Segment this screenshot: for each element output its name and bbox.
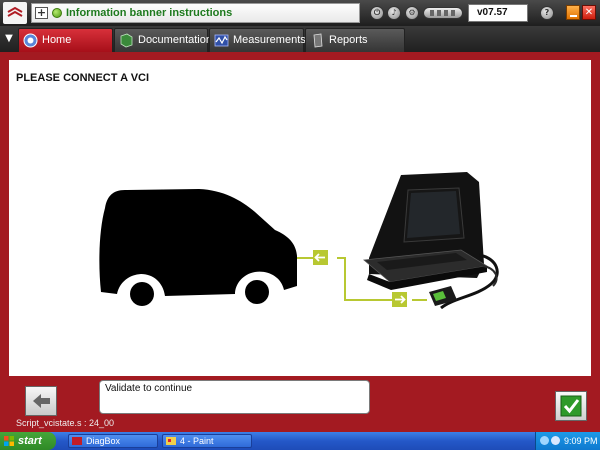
status-green-icon bbox=[52, 8, 62, 18]
validate-button[interactable] bbox=[555, 391, 587, 421]
tab-home-label: Home bbox=[42, 34, 72, 46]
help-icon[interactable]: ? bbox=[540, 6, 554, 20]
start-label: start bbox=[18, 435, 42, 447]
paint-app-icon bbox=[166, 437, 176, 445]
minimize-button[interactable] bbox=[566, 5, 580, 20]
close-button[interactable]: ✕ bbox=[582, 5, 596, 20]
diagbox-app-icon bbox=[72, 437, 82, 445]
sound-icon[interactable]: ♪ bbox=[387, 6, 401, 20]
content-panel: PLEASE CONNECT A VCI bbox=[9, 60, 591, 376]
script-status-label: Script_vcistate.s : 24_00 bbox=[16, 418, 115, 428]
battery-indicator-icon bbox=[423, 7, 463, 19]
information-banner[interactable]: + Information banner instructions bbox=[31, 3, 360, 23]
tab-documentation[interactable]: Documentation bbox=[114, 28, 212, 52]
network-icon[interactable] bbox=[540, 436, 549, 445]
home-icon bbox=[23, 33, 38, 48]
volume-icon[interactable] bbox=[551, 436, 560, 445]
arrow-back-icon bbox=[33, 394, 50, 408]
back-button[interactable] bbox=[25, 386, 57, 416]
documentation-icon bbox=[120, 33, 133, 48]
expand-banner-button[interactable]: + bbox=[35, 7, 48, 19]
taskbar-clock: 9:09 PM bbox=[564, 436, 598, 446]
reports-icon bbox=[313, 33, 323, 48]
settings-icon[interactable]: ⚙ bbox=[405, 6, 419, 20]
system-tray: 9:09 PM bbox=[535, 432, 600, 450]
message-box: Validate to continue bbox=[99, 380, 370, 414]
help-glyph: ? bbox=[544, 8, 550, 17]
measurements-icon bbox=[214, 34, 229, 47]
taskbar-item-paint[interactable]: 4 - Paint bbox=[162, 434, 252, 448]
taskbar-item-label: DiagBox bbox=[86, 436, 121, 446]
chevron-down-icon[interactable]: ▼ bbox=[3, 30, 15, 48]
vehicle-silhouette-icon bbox=[99, 189, 297, 306]
connection-icon[interactable]: ⏻ bbox=[370, 6, 384, 20]
version-label: v07.57 bbox=[468, 4, 528, 22]
tab-reports-label: Reports bbox=[329, 34, 368, 46]
taskbar-item-label: 4 - Paint bbox=[180, 436, 214, 446]
tab-reports[interactable]: Reports bbox=[305, 28, 405, 52]
taskbar-item-diagbox[interactable]: DiagBox bbox=[68, 434, 158, 448]
start-button[interactable]: start bbox=[0, 432, 56, 450]
windows-flag-icon bbox=[4, 436, 14, 446]
vci-connection-illustration bbox=[99, 172, 499, 310]
tab-measurements-label: Measurements bbox=[233, 34, 306, 46]
citroen-logo bbox=[3, 2, 27, 24]
tab-measurements[interactable]: Measurements bbox=[209, 28, 306, 52]
arrow-right-icon bbox=[392, 292, 407, 307]
windows-taskbar: start DiagBox 4 - Paint 9:09 PM bbox=[0, 432, 600, 450]
checkmark-icon bbox=[560, 395, 582, 417]
arrow-left-icon bbox=[313, 250, 328, 265]
banner-title: Information banner instructions bbox=[66, 7, 233, 19]
top-bar: + Information banner instructions ⏻ ♪ ⚙ … bbox=[0, 0, 600, 26]
tab-home[interactable]: Home bbox=[18, 28, 113, 52]
tab-documentation-label: Documentation bbox=[138, 34, 212, 46]
tab-bar: ▼ Home Documentation Measurements Report… bbox=[0, 26, 600, 52]
laptop-icon bbox=[363, 172, 499, 310]
